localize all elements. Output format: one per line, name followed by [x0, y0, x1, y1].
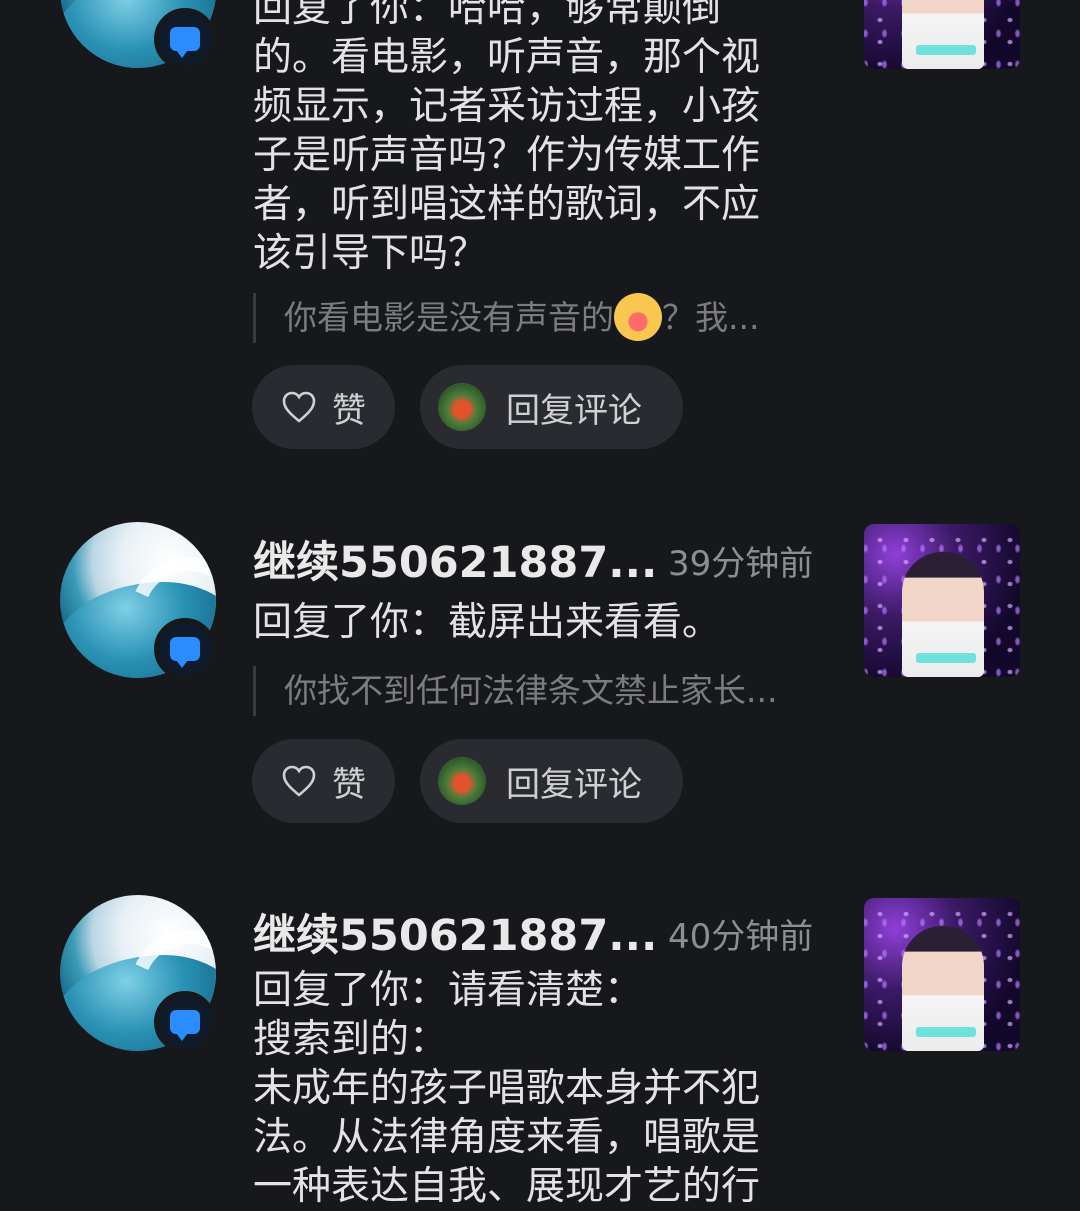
- rolling-laughing-emoji-icon: [614, 293, 662, 341]
- heart-icon: [282, 765, 316, 797]
- comment-badge: [154, 991, 216, 1053]
- reply-comment-button[interactable]: 回复评论: [420, 739, 683, 823]
- reply-text: 回复了你：请看清楚： 搜索到的： 未成年的孩子唱歌本身并不犯 法。从法律角度来看…: [253, 968, 761, 1209]
- like-button[interactable]: 赞: [252, 365, 395, 449]
- message-bubble-icon: [170, 637, 200, 668]
- quoted-comment[interactable]: 你看电影是没有声音的 ？我...: [253, 293, 813, 343]
- like-button[interactable]: 赞: [252, 739, 395, 823]
- reply-comment-button[interactable]: 回复评论: [420, 365, 683, 449]
- reply-text: 回复了你：截屏出来看看。: [253, 600, 722, 645]
- comment-badge: [154, 618, 216, 680]
- like-label: 赞: [332, 764, 366, 805]
- my-avatar: [438, 383, 486, 431]
- comment-badge: [154, 8, 216, 70]
- like-label: 赞: [332, 390, 366, 431]
- video-thumbnail[interactable]: [864, 898, 1020, 1051]
- message-bubble-icon: [170, 27, 200, 58]
- quoted-comment[interactable]: 你找不到任何法律条文禁止家长...: [253, 666, 813, 716]
- reply-label: 回复评论: [506, 390, 642, 431]
- username[interactable]: 继续550621887...: [253, 528, 657, 590]
- reply-text: 回复了你：哈哈，够常颠倒 的。看电影，听声音，那个视 频显示，记者采访过程，小孩…: [253, 0, 761, 276]
- message-bubble-icon: [170, 1010, 200, 1041]
- video-thumbnail[interactable]: [864, 524, 1020, 677]
- timestamp: 40分钟前: [668, 917, 814, 957]
- reply-label: 回复评论: [506, 764, 642, 805]
- video-thumbnail[interactable]: [864, 0, 1020, 69]
- username[interactable]: 继续550621887...: [253, 901, 657, 963]
- my-avatar: [438, 757, 486, 805]
- timestamp: 39分钟前: [668, 544, 814, 584]
- heart-icon: [282, 391, 316, 423]
